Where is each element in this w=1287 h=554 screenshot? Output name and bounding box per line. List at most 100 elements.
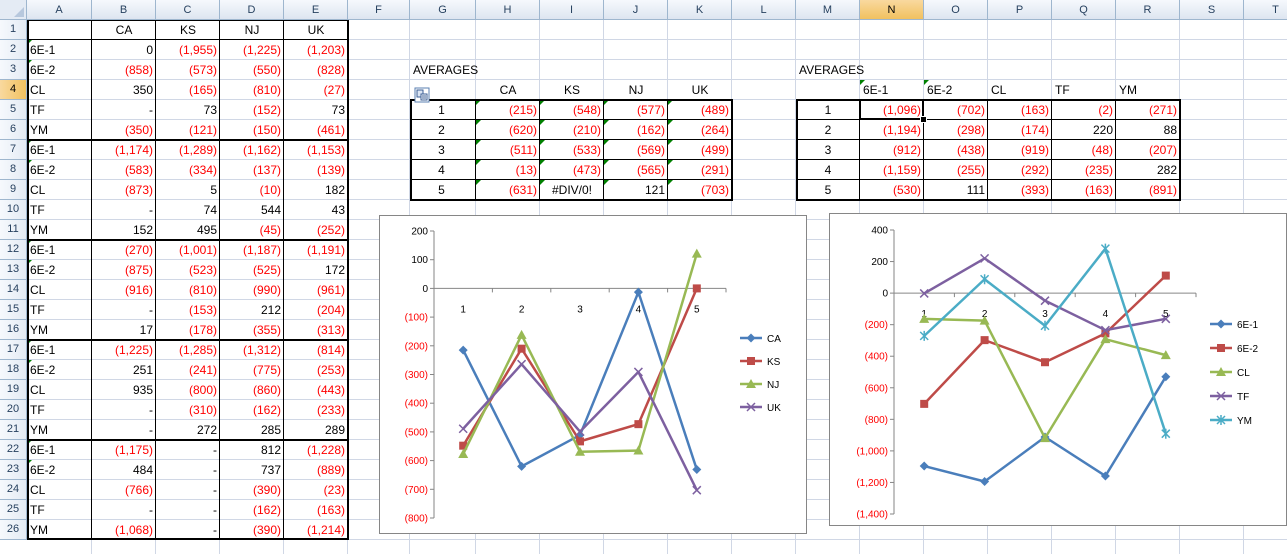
value-cell[interactable]: 43 — [284, 200, 348, 220]
value-cell[interactable]: 812 — [220, 440, 284, 460]
value-cell[interactable]: (800) — [156, 380, 220, 400]
row-label-cell[interactable]: TF — [27, 100, 92, 120]
header-cell[interactable]: NJ — [604, 80, 668, 100]
header-cell[interactable]: UK — [284, 20, 348, 40]
row-label-cell[interactable]: 6E-2 — [27, 260, 92, 280]
value-cell[interactable]: (264) — [668, 120, 732, 140]
value-cell[interactable]: (702) — [924, 100, 988, 120]
value-cell[interactable]: (703) — [668, 180, 732, 200]
value-cell[interactable]: 111 — [924, 180, 988, 200]
value-cell[interactable]: (565) — [604, 160, 668, 180]
row-label-cell[interactable]: 2 — [796, 120, 860, 140]
value-cell[interactable]: (1,289) — [156, 140, 220, 160]
value-cell[interactable]: (350) — [92, 120, 156, 140]
row-label-cell[interactable]: 2 — [410, 120, 476, 140]
value-cell[interactable]: - — [92, 200, 156, 220]
value-cell[interactable]: (162) — [604, 120, 668, 140]
value-cell[interactable]: (292) — [988, 160, 1052, 180]
value-cell[interactable]: 182 — [284, 180, 348, 200]
value-cell[interactable]: (23) — [284, 480, 348, 500]
value-cell[interactable]: (1,068) — [92, 520, 156, 540]
value-cell[interactable]: (860) — [220, 380, 284, 400]
value-cell[interactable]: (810) — [156, 280, 220, 300]
column-header-g[interactable]: G — [410, 0, 476, 20]
value-cell[interactable]: (310) — [156, 400, 220, 420]
value-cell[interactable]: (1,174) — [92, 140, 156, 160]
row-label-cell[interactable]: CL — [27, 380, 92, 400]
row-header-25[interactable]: 25 — [0, 500, 27, 520]
header-cell[interactable]: 6E-2 — [924, 80, 988, 100]
product-averages-chart[interactable]: 400 200 0 (200) (400) (600) (800) (1,000) (1,200… — [829, 213, 1287, 526]
row-header-17[interactable]: 17 — [0, 340, 27, 360]
value-cell[interactable]: (990) — [220, 280, 284, 300]
value-cell[interactable]: 544 — [220, 200, 284, 220]
column-header-b[interactable]: B — [92, 0, 156, 20]
row-header-3[interactable]: 3 — [0, 60, 27, 80]
value-cell[interactable]: - — [92, 400, 156, 420]
value-cell[interactable]: (334) — [156, 160, 220, 180]
value-cell[interactable]: (204) — [284, 300, 348, 320]
header-cell[interactable]: 6E-1 — [860, 80, 924, 100]
column-header-m[interactable]: M — [796, 0, 860, 20]
row-label-cell[interactable]: CL — [27, 80, 92, 100]
value-cell[interactable]: (165) — [156, 80, 220, 100]
value-cell[interactable]: (255) — [924, 160, 988, 180]
value-cell[interactable]: (252) — [284, 220, 348, 240]
value-cell[interactable]: (271) — [1116, 100, 1180, 120]
value-cell[interactable]: (631) — [476, 180, 540, 200]
value-cell[interactable]: (550) — [220, 60, 284, 80]
column-header-a[interactable]: A — [27, 0, 92, 20]
value-cell[interactable]: 285 — [220, 420, 284, 440]
header-cell[interactable]: TF — [1052, 80, 1116, 100]
value-cell[interactable]: (499) — [668, 140, 732, 160]
row-header-12[interactable]: 12 — [0, 240, 27, 260]
row-label-cell[interactable]: YM — [27, 220, 92, 240]
value-cell[interactable]: (137) — [220, 160, 284, 180]
header-cell[interactable]: UK — [668, 80, 732, 100]
value-cell[interactable]: (162) — [220, 400, 284, 420]
value-cell[interactable]: (163) — [988, 100, 1052, 120]
row-header-4[interactable]: 4 — [0, 80, 27, 100]
value-cell[interactable]: 88 — [1116, 120, 1180, 140]
row-label-cell[interactable]: 6E-2 — [27, 360, 92, 380]
value-cell[interactable]: 73 — [156, 100, 220, 120]
value-cell[interactable]: (766) — [92, 480, 156, 500]
value-cell[interactable]: 172 — [284, 260, 348, 280]
value-cell[interactable]: - — [156, 500, 220, 520]
value-cell[interactable]: (153) — [156, 300, 220, 320]
row-label-cell[interactable]: 6E-1 — [27, 440, 92, 460]
column-header-p[interactable]: P — [988, 0, 1052, 20]
value-cell[interactable]: (511) — [476, 140, 540, 160]
value-cell[interactable]: (10) — [220, 180, 284, 200]
value-cell[interactable]: (2) — [1052, 100, 1116, 120]
column-header-f[interactable]: F — [348, 0, 410, 20]
value-cell[interactable]: (174) — [988, 120, 1052, 140]
value-cell[interactable]: 272 — [156, 420, 220, 440]
value-cell[interactable]: (1,225) — [92, 340, 156, 360]
value-cell[interactable]: (163) — [284, 500, 348, 520]
row-label-cell[interactable]: 6E-1 — [27, 340, 92, 360]
row-label-cell[interactable]: CL — [27, 180, 92, 200]
value-cell[interactable]: (45) — [220, 220, 284, 240]
row-label-cell[interactable]: 6E-2 — [27, 160, 92, 180]
value-cell[interactable]: (569) — [604, 140, 668, 160]
column-header-e[interactable]: E — [284, 0, 348, 20]
averages-title[interactable]: AVERAGES — [796, 60, 916, 80]
header-cell[interactable]: CA — [92, 20, 156, 40]
column-header-l[interactable]: L — [732, 0, 796, 20]
value-cell[interactable]: - — [92, 420, 156, 440]
value-cell[interactable]: (489) — [668, 100, 732, 120]
column-header-r[interactable]: R — [1116, 0, 1180, 20]
row-label-cell[interactable]: 4 — [410, 160, 476, 180]
value-cell[interactable]: (1,225) — [220, 40, 284, 60]
value-cell[interactable]: (298) — [924, 120, 988, 140]
value-cell[interactable]: 289 — [284, 420, 348, 440]
row-label-cell[interactable]: 6E-1 — [27, 140, 92, 160]
value-cell[interactable]: (1,194) — [860, 120, 924, 140]
value-cell[interactable]: (48) — [1052, 140, 1116, 160]
value-cell[interactable]: - — [156, 520, 220, 540]
value-cell[interactable]: 251 — [92, 360, 156, 380]
fill-handle[interactable] — [920, 116, 927, 123]
value-cell[interactable]: (1,285) — [156, 340, 220, 360]
column-header-k[interactable]: K — [668, 0, 732, 20]
